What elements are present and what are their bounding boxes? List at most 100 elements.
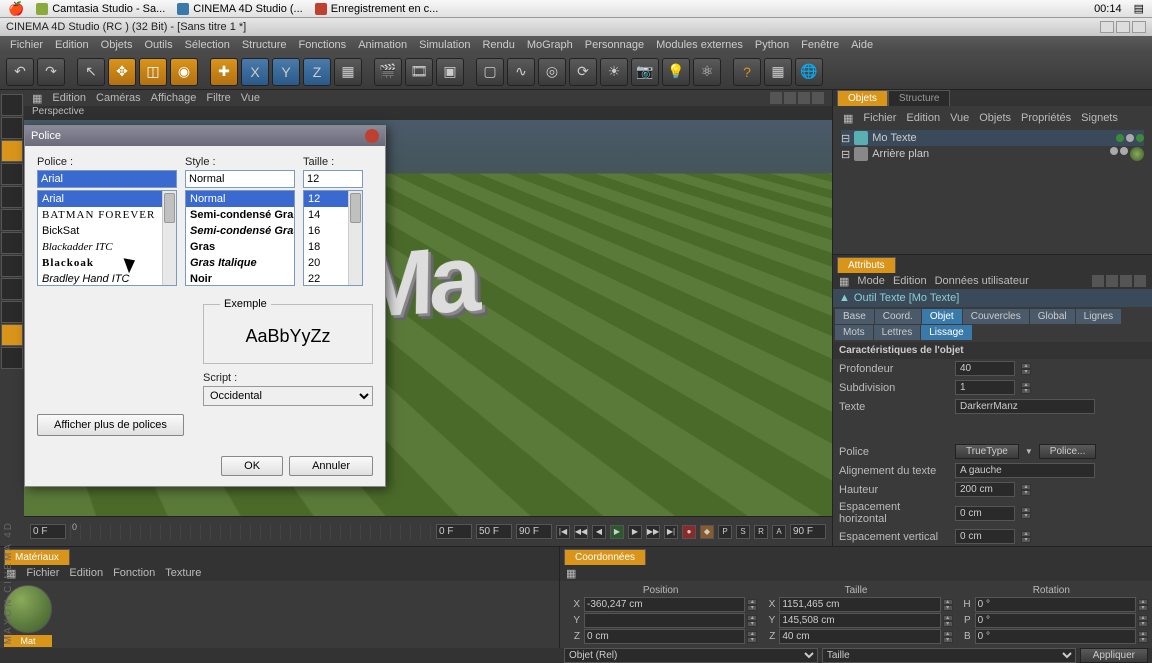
axis-z[interactable]: Z (303, 58, 331, 86)
menu-personnage[interactable]: Personnage (585, 39, 644, 51)
spinner[interactable]: ▴▾ (1138, 615, 1148, 627)
spinner[interactable]: ▴▾ (1021, 382, 1031, 394)
attr-menu-mode[interactable]: Mode (857, 275, 885, 287)
coords-mode-select[interactable]: Objet (Rel) (564, 648, 818, 663)
layout-button[interactable]: ▦ (764, 58, 792, 86)
hauteur-field[interactable] (955, 482, 1015, 497)
font-option[interactable]: Blackoak (38, 255, 176, 271)
font-type-dropdown[interactable]: TrueType (955, 444, 1019, 459)
vp-maximize-icon[interactable] (812, 92, 824, 104)
object-mode[interactable] (1, 117, 23, 139)
timeline-start-field[interactable] (30, 524, 66, 539)
dialog-close-button[interactable] (365, 129, 379, 143)
camera-tool[interactable]: 📷 (631, 58, 659, 86)
font-option[interactable]: Bradley Hand ITC (38, 271, 176, 286)
pos-x-field[interactable] (584, 597, 745, 612)
grid-icon[interactable]: ▦ (566, 567, 576, 580)
subdivision-field[interactable] (955, 380, 1015, 395)
police-input[interactable] (37, 170, 177, 188)
font-option[interactable]: BATMAN FOREVER (38, 207, 176, 223)
close-button[interactable] (1132, 21, 1146, 33)
uv-mode[interactable] (1, 232, 23, 254)
attr-tab-mots[interactable]: Mots (835, 325, 873, 340)
deformer-tool[interactable]: ⟳ (569, 58, 597, 86)
scrollbar-thumb[interactable] (350, 193, 361, 223)
ok-button[interactable]: OK (221, 456, 283, 476)
font-picker-button[interactable]: Police... (1039, 444, 1097, 459)
redo-button[interactable]: ↷ (37, 58, 65, 86)
environment-tool[interactable]: ☀ (600, 58, 628, 86)
style-input[interactable] (185, 170, 295, 188)
style-option[interactable]: Gras Italique (186, 255, 294, 271)
rotate-tool[interactable]: ◉ (170, 58, 198, 86)
vp-orbit-icon[interactable] (798, 92, 810, 104)
autokey-button[interactable]: ◆ (700, 525, 714, 539)
material-tag[interactable] (1130, 147, 1144, 161)
vp-zoom-icon[interactable] (784, 92, 796, 104)
locked-tool[interactable]: ✚ (210, 58, 238, 86)
menubar-extra-icon[interactable]: ▤ (1134, 2, 1144, 15)
rot-p-field[interactable] (975, 613, 1136, 628)
more-fonts-button[interactable]: Afficher plus de polices (37, 414, 184, 436)
vp-menu-filtre[interactable]: Filtre (206, 92, 230, 104)
menu-objets[interactable]: Objets (101, 39, 133, 51)
align-field[interactable] (955, 463, 1095, 478)
menu-fonctions[interactable]: Fonctions (298, 39, 346, 51)
record-button[interactable]: ● (682, 525, 696, 539)
dynamics-tool[interactable]: ⚛ (693, 58, 721, 86)
menu-mograph[interactable]: MoGraph (527, 39, 573, 51)
font-option[interactable]: Arial (38, 191, 176, 207)
content-browser-button[interactable]: 🌐 (795, 58, 823, 86)
menu-edition[interactable]: Edition (55, 39, 89, 51)
light-tool[interactable]: 💡 (662, 58, 690, 86)
tab-attributs[interactable]: Attributs (837, 257, 896, 273)
texture-mode[interactable] (1, 140, 23, 162)
key-scale-button[interactable]: S (736, 525, 750, 539)
vis-dot[interactable] (1116, 134, 1124, 142)
menu-selection[interactable]: Sélection (185, 39, 230, 51)
rot-b-field[interactable] (975, 629, 1136, 644)
expand-icon[interactable]: ⊟ (841, 148, 850, 161)
timeline-playend-field[interactable] (516, 524, 552, 539)
apple-menu-icon[interactable]: 🍎 (8, 1, 24, 17)
polygon-mode[interactable] (1, 209, 23, 231)
extra-mode[interactable] (1, 301, 23, 323)
obj-menu-signets[interactable]: Signets (1081, 112, 1118, 124)
key-param-button[interactable]: A (772, 525, 786, 539)
mat-menu-fichier[interactable]: Fichier (26, 567, 59, 579)
render-view-button[interactable]: 🎬 (374, 58, 402, 86)
attr-tab-lignes[interactable]: Lignes (1076, 309, 1121, 324)
size-z-field[interactable] (779, 629, 940, 644)
object-tree-item[interactable]: ⊟ Arrière plan (841, 146, 1144, 162)
texte-field[interactable] (955, 399, 1095, 414)
primitive-cube[interactable]: ▢ (476, 58, 504, 86)
window-tab[interactable]: CINEMA 4D Studio (... (177, 3, 302, 15)
minimize-button[interactable] (1100, 21, 1114, 33)
vp-pan-icon[interactable] (770, 92, 782, 104)
esp-v-field[interactable] (955, 529, 1015, 544)
axis-y[interactable]: Y (272, 58, 300, 86)
model-mode[interactable] (1, 94, 23, 116)
style-option[interactable]: Gras (186, 239, 294, 255)
scrollbar[interactable] (348, 191, 362, 285)
apply-button[interactable]: Appliquer (1080, 648, 1148, 663)
spinner[interactable]: ▴▾ (1138, 631, 1148, 643)
spinner[interactable]: ▴▾ (747, 615, 757, 627)
nav-back-icon[interactable] (1092, 275, 1104, 287)
rot-h-field[interactable] (975, 597, 1136, 612)
object-tree-item[interactable]: ⊟ Mo Texte (841, 130, 1144, 146)
scale-tool[interactable]: ◫ (139, 58, 167, 86)
select-tool[interactable]: ↖ (77, 58, 105, 86)
spinner[interactable]: ▴▾ (1021, 507, 1031, 519)
menu-animation[interactable]: Animation (358, 39, 407, 51)
spinner[interactable]: ▴▾ (1138, 599, 1148, 611)
scrollbar-thumb[interactable] (164, 193, 175, 223)
tab-structure[interactable]: Structure (888, 90, 951, 106)
spinner[interactable]: ▴▾ (747, 599, 757, 611)
obj-menu-fichier[interactable]: Fichier (863, 112, 896, 124)
size-y-field[interactable] (779, 613, 940, 628)
spinner[interactable]: ▴▾ (747, 631, 757, 643)
timeline-end-field[interactable] (790, 524, 826, 539)
vis-dot[interactable] (1120, 147, 1128, 155)
style-option[interactable]: Semi-condensé Gras (186, 207, 294, 223)
